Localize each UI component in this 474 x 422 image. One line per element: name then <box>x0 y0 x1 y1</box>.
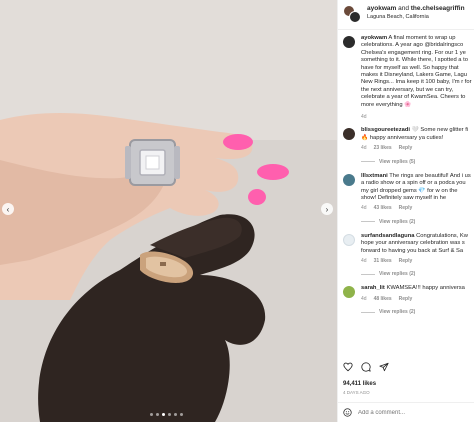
comment-icon[interactable] <box>361 362 371 372</box>
comment-time: 4d <box>361 205 367 212</box>
carousel-indicator <box>150 413 183 416</box>
divider <box>361 311 375 313</box>
post-header: ayokwam and the.chelseagriffin Laguna Be… <box>338 0 474 30</box>
comment: lllsxtmani The rings are beautiful! And … <box>343 173 474 213</box>
view-replies-label: View replies (2) <box>379 271 416 278</box>
comment-likes[interactable]: 43 likes <box>374 205 392 212</box>
view-replies-button[interactable]: View replies (2) <box>361 309 474 315</box>
comment-time: 4d <box>361 145 367 152</box>
view-replies-label: View replies (2) <box>379 309 416 316</box>
comment-likes[interactable]: 48 likes <box>374 296 392 303</box>
view-replies-button[interactable]: View replies (5) <box>361 159 474 165</box>
caption-time: 4d <box>361 114 367 121</box>
comment-username[interactable]: lllsxtmani <box>361 173 388 179</box>
header-joiner: and <box>398 5 409 12</box>
caption-text: A final moment to wrap up celebrations. … <box>361 35 472 108</box>
add-comment-bar <box>338 402 474 422</box>
comment: surfandsandlaguna Congratulations, Kw ho… <box>343 233 474 266</box>
action-bar <box>343 362 389 372</box>
avatar[interactable] <box>349 11 361 23</box>
divider <box>361 221 375 223</box>
comment-username[interactable]: sarah_lit <box>361 285 385 291</box>
comment: blissgoureetezadi 🤍 Some new glitter fi … <box>343 127 474 152</box>
comment-input[interactable] <box>358 409 468 416</box>
comments-list[interactable]: ayokwam A final moment to wrap up celebr… <box>338 31 474 358</box>
reply-button[interactable]: Reply <box>399 205 413 212</box>
carousel-dot <box>150 413 153 416</box>
avatar[interactable] <box>343 286 355 299</box>
caption: ayokwam A final moment to wrap up celebr… <box>343 35 474 121</box>
reply-button[interactable]: Reply <box>399 145 413 152</box>
view-replies-label: View replies (5) <box>379 158 416 165</box>
carousel-dot <box>174 413 177 416</box>
avatar[interactable] <box>343 128 355 141</box>
comment-likes[interactable]: 31 likes <box>374 258 392 265</box>
carousel-prev-button[interactable]: ‹ <box>2 203 14 215</box>
reply-button[interactable]: Reply <box>399 258 413 265</box>
caption-username[interactable]: ayokwam <box>361 35 387 41</box>
avatar[interactable] <box>343 36 355 48</box>
view-replies-label: View replies (2) <box>379 218 416 225</box>
divider <box>361 161 375 163</box>
avatar[interactable] <box>343 173 355 186</box>
comment-username[interactable]: blissgoureetezadi <box>361 127 410 133</box>
comment: sarah_lit KWAMSEA!!! happy anniversa 4d … <box>343 285 474 303</box>
heart-icon[interactable] <box>343 362 353 372</box>
view-replies-button[interactable]: View replies (2) <box>361 219 474 225</box>
comment-time: 4d <box>361 295 367 302</box>
view-replies-button[interactable]: View replies (2) <box>361 271 474 277</box>
header-user1[interactable]: ayokwam <box>367 5 396 12</box>
comment-text: KWAMSEA!!! happy anniversa <box>386 285 465 292</box>
carousel-dot-active <box>162 413 165 416</box>
comment-time: 4d <box>361 257 367 264</box>
header-user2[interactable]: the.chelseagriffin <box>411 5 465 12</box>
carousel-next-button[interactable]: › <box>321 203 333 215</box>
comment-likes[interactable]: 23 likes <box>374 145 392 152</box>
share-icon[interactable] <box>379 362 389 372</box>
likes-count[interactable]: 94,411 likes <box>343 381 376 387</box>
divider <box>361 273 375 275</box>
comment-username[interactable]: surfandsandlaguna <box>361 233 414 239</box>
header-text: ayokwam and the.chelseagriffin Laguna Be… <box>367 5 465 21</box>
reply-button[interactable]: Reply <box>399 296 413 303</box>
post-side-panel: ayokwam and the.chelseagriffin Laguna Be… <box>337 0 474 422</box>
carousel-dot <box>180 413 183 416</box>
ring-photo <box>0 0 337 422</box>
post-media[interactable]: ‹ › <box>0 0 337 422</box>
location-link[interactable]: Laguna Beach, California <box>367 13 465 21</box>
post-age: 4 DAYS AGO <box>343 390 370 395</box>
carousel-dot <box>168 413 171 416</box>
instagram-post: ‹ › ayokwam and the.chelseagriffin Lagun… <box>0 0 474 422</box>
carousel-dot <box>156 413 159 416</box>
collab-avatars[interactable] <box>343 5 361 23</box>
avatar[interactable] <box>343 233 355 246</box>
emoji-icon[interactable] <box>343 408 352 417</box>
